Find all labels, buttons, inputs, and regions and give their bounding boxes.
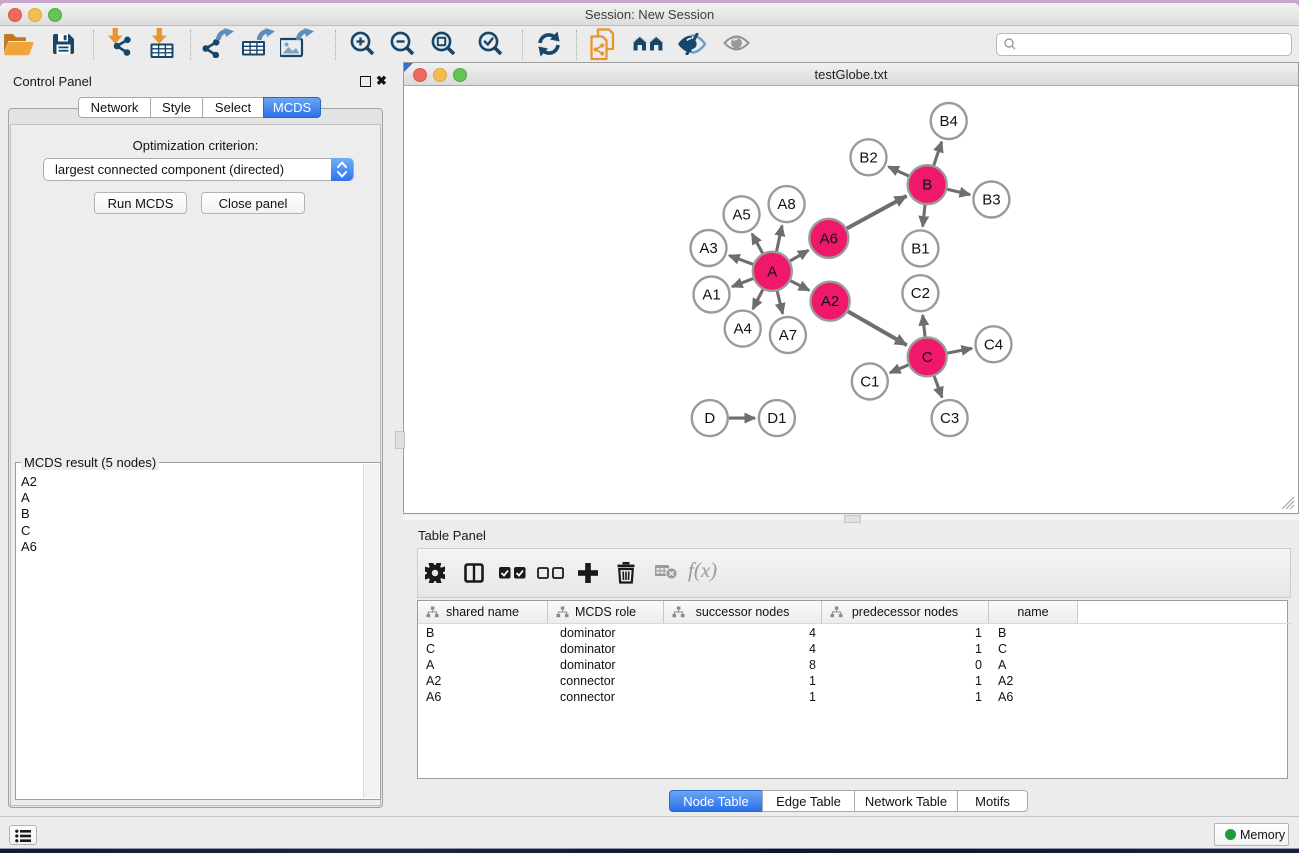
svg-text:A: A — [767, 263, 777, 280]
svg-text:B4: B4 — [940, 113, 958, 130]
svg-text:B: B — [922, 177, 932, 194]
svg-text:C1: C1 — [860, 373, 879, 390]
svg-text:A7: A7 — [779, 327, 797, 344]
svg-text:A6: A6 — [820, 230, 838, 247]
svg-text:A3: A3 — [699, 240, 717, 257]
svg-text:A1: A1 — [702, 287, 720, 304]
svg-text:A2: A2 — [821, 293, 839, 310]
svg-text:B1: B1 — [911, 240, 929, 257]
svg-text:A4: A4 — [734, 321, 752, 338]
svg-text:B2: B2 — [859, 149, 877, 166]
svg-text:B3: B3 — [982, 192, 1000, 209]
svg-text:D1: D1 — [767, 410, 786, 427]
svg-text:C4: C4 — [984, 336, 1003, 353]
svg-text:A8: A8 — [777, 196, 795, 213]
svg-text:A5: A5 — [732, 206, 750, 223]
svg-text:D: D — [704, 410, 715, 427]
svg-text:C2: C2 — [911, 285, 930, 302]
svg-text:C3: C3 — [940, 410, 959, 427]
svg-text:C: C — [922, 349, 933, 366]
